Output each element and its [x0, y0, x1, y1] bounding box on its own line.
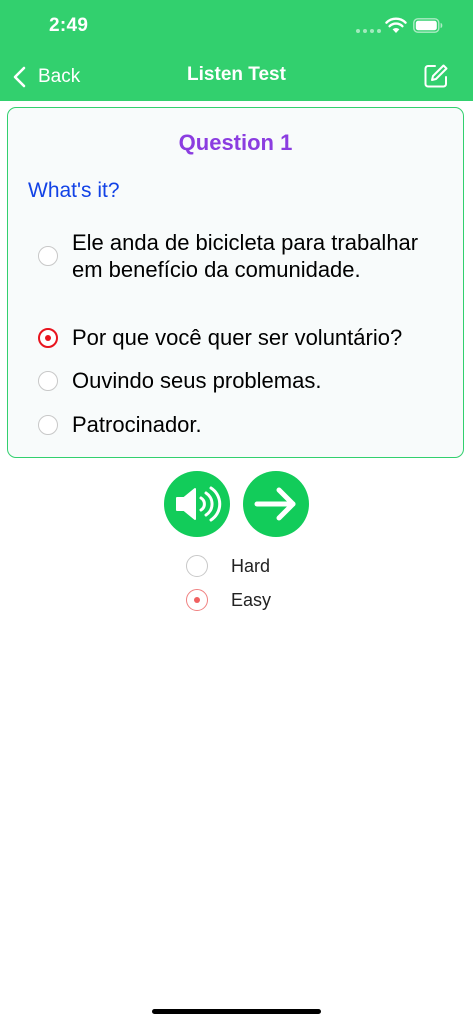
answer-option-text: Por que você quer ser voluntário? — [72, 325, 403, 350]
play-audio-button[interactable] — [164, 471, 230, 537]
arrow-right-icon — [254, 487, 296, 521]
radio-button[interactable] — [186, 555, 208, 577]
answer-option-text: Ele anda de bicicleta para trabalhar em … — [72, 230, 419, 282]
wifi-icon — [385, 17, 407, 33]
answer-option-2[interactable]: Por que você quer ser voluntário? — [38, 324, 452, 351]
answer-option-text: Patrocinador. — [72, 412, 202, 437]
question-title: Question 1 — [178, 130, 293, 155]
edit-icon[interactable] — [423, 63, 449, 89]
answer-option-1[interactable]: Ele anda de bicicleta para trabalhar em … — [38, 229, 452, 283]
page-title: Listen Test — [187, 64, 286, 85]
answer-option-3[interactable]: Ouvindo seus problemas. — [38, 367, 452, 394]
nav-header: 2:49 Back Listen Test — [0, 0, 473, 101]
signal-dots-icon — [356, 29, 382, 33]
radio-button-selected[interactable] — [186, 589, 208, 611]
radio-button[interactable] — [38, 370, 58, 391]
battery-icon — [413, 18, 443, 33]
home-indicator[interactable] — [152, 1009, 321, 1014]
radio-button-selected[interactable] — [38, 327, 58, 348]
difficulty-option-hard[interactable]: Hard — [186, 555, 270, 577]
speaker-icon — [176, 486, 222, 522]
question-card: Question 1 What's it? Ele anda de bicicl… — [7, 107, 464, 458]
radio-button[interactable] — [38, 246, 58, 266]
status-time: 2:49 — [49, 15, 89, 36]
next-question-button[interactable] — [243, 471, 309, 537]
radio-button[interactable] — [38, 414, 58, 435]
difficulty-label: Hard — [231, 555, 271, 576]
difficulty-label: Easy — [231, 589, 272, 610]
difficulty-option-easy[interactable]: Easy — [186, 589, 271, 611]
question-prompt: What's it? — [28, 179, 120, 202]
answer-option-4[interactable]: Patrocinador. — [38, 411, 452, 438]
answer-option-text: Ouvindo seus problemas. — [72, 368, 322, 393]
